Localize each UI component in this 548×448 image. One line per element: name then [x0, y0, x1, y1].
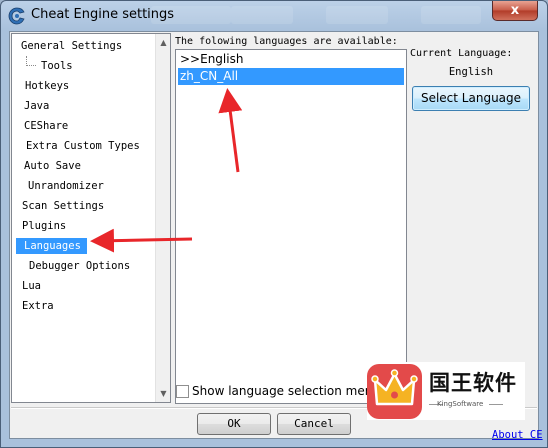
tree-item-java[interactable]: Java: [21, 98, 52, 114]
tree-item-ceshare[interactable]: CEShare: [21, 118, 71, 134]
tree-scrollbar[interactable]: ▲ ▼: [155, 34, 170, 402]
tree-item-plugins[interactable]: Plugins: [19, 218, 69, 234]
cancel-button[interactable]: Cancel: [277, 413, 351, 435]
tree-item-hotkeys[interactable]: Hotkeys: [22, 78, 72, 94]
scroll-down-arrow-icon[interactable]: ▼: [156, 386, 171, 401]
tree-item-unrandomizer[interactable]: Unrandomizer: [25, 178, 107, 194]
window-title: Cheat Engine settings: [31, 7, 175, 22]
title-bar[interactable]: Cheat Engine settings x: [1, 1, 547, 31]
ok-button[interactable]: OK: [197, 413, 271, 435]
about-ce-link[interactable]: About CE: [492, 429, 543, 441]
settings-category-tree[interactable]: General Settings Tools Hotkeys Java CESh…: [11, 33, 171, 403]
cheat-engine-icon: [8, 7, 25, 25]
show-language-menu-label[interactable]: Show language selection menu: [192, 384, 380, 398]
tree-item-debugger-options[interactable]: Debugger Options: [26, 258, 133, 274]
watermark-title: 国王软件: [429, 371, 517, 395]
watermark-rule: [489, 404, 503, 405]
tree-item-general-settings[interactable]: General Settings: [18, 38, 125, 54]
tree-item-extra-custom-types[interactable]: Extra Custom Types: [23, 138, 143, 154]
language-item-english[interactable]: >>English: [178, 51, 404, 68]
tree-connector: [26, 56, 36, 66]
close-icon[interactable]: x: [492, 1, 538, 21]
background-toolbar-ghost: [231, 6, 293, 24]
tree-item-scan-settings[interactable]: Scan Settings: [19, 198, 107, 214]
background-toolbar-ghost: [421, 6, 481, 24]
tree-item-auto-save[interactable]: Auto Save: [21, 158, 84, 174]
current-language-value: English: [448, 66, 494, 78]
language-item-zh-cn-all[interactable]: zh_CN_All: [178, 68, 404, 85]
languages-listbox[interactable]: >>English zh_CN_All: [175, 49, 407, 404]
tree-item-lua[interactable]: Lua: [19, 278, 44, 294]
tree-item-languages[interactable]: Languages: [16, 238, 87, 254]
languages-header: The folowing languages are available:: [175, 36, 398, 47]
show-language-menu-checkbox[interactable]: [176, 385, 189, 398]
background-toolbar-ghost: [326, 6, 388, 24]
crown-logo-icon: [367, 364, 422, 419]
kingsoftware-watermark: 国王软件 KingSoftware: [367, 362, 525, 420]
watermark-subtitle: KingSoftware: [437, 400, 484, 408]
current-language-label: Current Language:: [410, 48, 513, 59]
tree-item-tools[interactable]: Tools: [38, 58, 76, 74]
scroll-up-arrow-icon[interactable]: ▲: [156, 35, 171, 50]
select-language-button[interactable]: Select Language: [412, 86, 530, 111]
tree-item-extra[interactable]: Extra: [19, 298, 57, 314]
